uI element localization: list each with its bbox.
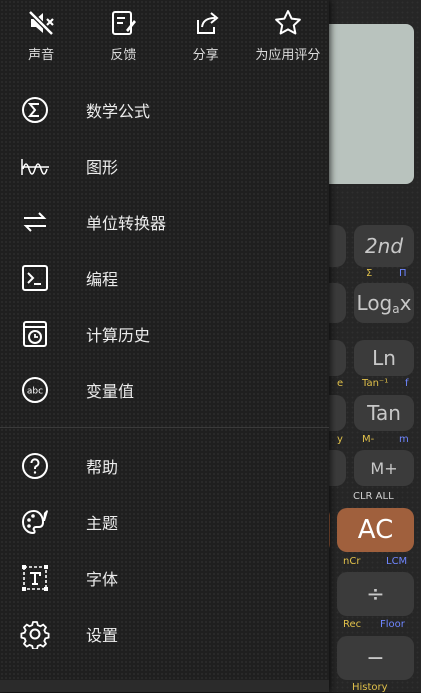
menu-label-font: 字体 xyxy=(86,570,119,589)
share-button[interactable]: 分享 xyxy=(165,0,247,76)
menu-item-variables[interactable]: abc 变量值 xyxy=(0,362,329,418)
pi-sublabel: Π xyxy=(399,268,407,279)
sigma-icon xyxy=(18,93,52,127)
menu-label-theme: 主题 xyxy=(86,514,119,533)
menu-label-help: 帮助 xyxy=(86,458,119,477)
memory-plus-key[interactable]: M+ xyxy=(354,450,414,486)
sound-label: 声音 xyxy=(28,48,55,63)
gear-icon xyxy=(18,617,52,651)
menu-item-graph[interactable]: 图形 xyxy=(0,138,329,194)
y-sublabel: y xyxy=(337,434,343,445)
floor-sublabel: Floor xyxy=(380,619,405,630)
graph-icon xyxy=(18,149,52,183)
abc-icon: abc xyxy=(18,373,52,407)
font-icon xyxy=(18,561,52,595)
menu-divider xyxy=(0,427,329,428)
m-minus-sublabel: M- xyxy=(362,434,375,445)
rate-app-label: 为应用评分 xyxy=(255,48,321,63)
tan-key[interactable]: Tan xyxy=(354,395,414,431)
log-base-key[interactable]: Log a x xyxy=(354,283,414,323)
menu-item-programming[interactable]: 编程 xyxy=(0,250,329,306)
convert-arrows-icon xyxy=(18,205,52,239)
menu-item-history[interactable]: 计算历史 xyxy=(0,306,329,362)
menu-label-variables: 变量值 xyxy=(86,382,135,401)
menu-item-theme[interactable]: 主题 xyxy=(0,494,329,550)
menu-item-settings[interactable]: 设置 xyxy=(0,606,329,662)
menu-label-graph: 图形 xyxy=(86,158,119,177)
share-label: 分享 xyxy=(192,48,219,63)
log-x-label: x xyxy=(399,291,412,315)
e-sublabel: e xyxy=(337,378,344,389)
ln-key[interactable]: Ln xyxy=(354,340,414,376)
divide-key[interactable]: ÷ xyxy=(337,572,414,616)
minus-key[interactable]: − xyxy=(337,636,414,680)
history-sublabel: History xyxy=(352,682,388,693)
menu-label-unit-converter: 单位转换器 xyxy=(86,214,167,233)
ncr-sublabel: nCr xyxy=(343,556,361,567)
menu-item-help[interactable]: 帮助 xyxy=(0,438,329,494)
sigma-sublabel: Σ xyxy=(366,268,373,279)
menu-label-formulas: 数学公式 xyxy=(86,102,151,121)
svg-text:abc: abc xyxy=(27,387,43,397)
menu-label-settings: 设置 xyxy=(86,626,119,645)
menu-item-font[interactable]: 字体 xyxy=(0,550,329,606)
menu-item-formulas[interactable]: 数学公式 xyxy=(0,82,329,138)
feedback-icon xyxy=(112,11,137,35)
tan-inverse-sublabel: Tan⁻¹ xyxy=(362,378,389,389)
second-function-key[interactable]: 2nd xyxy=(354,225,414,267)
clear-all-sublabel: CLR ALL xyxy=(353,491,394,502)
drawer-bottom-edge xyxy=(0,680,329,692)
feedback-button[interactable]: 反馈 xyxy=(82,0,164,76)
menu-label-programming: 编程 xyxy=(86,270,119,289)
share-icon xyxy=(196,12,219,34)
navigation-drawer: 声音 反馈 分享 为应用评分 数学公式 图形 单位转换器 编程 计算历史 abc… xyxy=(0,0,329,692)
calculator-display xyxy=(318,24,414,184)
sound-toggle-button[interactable]: 声音 xyxy=(0,0,82,76)
menu-label-history: 计算历史 xyxy=(86,326,151,345)
drawer-top-actions: 声音 反馈 分享 为应用评分 xyxy=(0,0,329,76)
history-icon xyxy=(18,317,52,351)
log-base-subscript: a xyxy=(392,302,400,316)
menu-item-unit-converter[interactable]: 单位转换器 xyxy=(0,194,329,250)
star-icon xyxy=(274,10,301,35)
lcm-sublabel: LCM xyxy=(386,556,408,567)
palette-icon xyxy=(18,505,52,539)
sound-off-icon xyxy=(28,10,54,36)
feedback-label: 反馈 xyxy=(110,48,137,63)
terminal-icon xyxy=(18,261,52,295)
help-icon xyxy=(18,449,52,483)
f-sublabel: f xyxy=(405,378,409,389)
rate-app-button[interactable]: 为应用评分 xyxy=(247,0,329,76)
m-sublabel: m xyxy=(399,434,409,445)
all-clear-key[interactable]: AC xyxy=(337,508,414,552)
rec-sublabel: Rec xyxy=(343,619,362,630)
log-base-label: Log xyxy=(356,291,393,315)
